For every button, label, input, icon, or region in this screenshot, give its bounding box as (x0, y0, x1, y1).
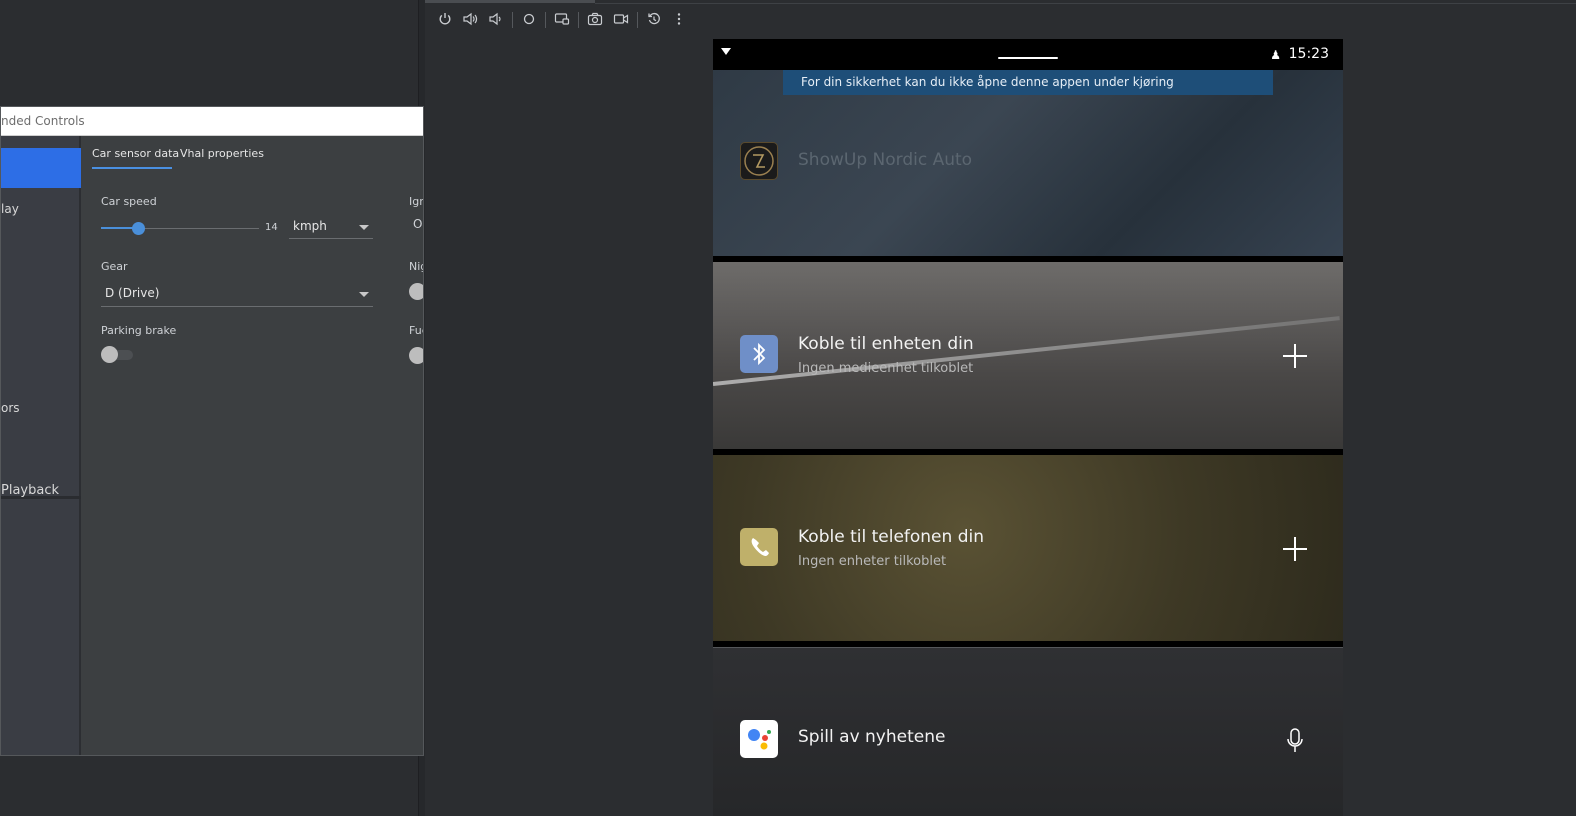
notification-handle[interactable] (998, 57, 1058, 59)
extended-controls-sidebar: lay ors Playback (1, 136, 81, 755)
sidebar-item-playback[interactable]: Playback (1, 483, 59, 498)
card-connect-device[interactable]: Koble til enheten din Ingen medieenhet t… (713, 262, 1343, 449)
emulator-device-screen: ♟ 15:23 For din sikkerhet kan du ikke åp… (713, 39, 1343, 816)
card-connect-phone[interactable]: Koble til telefonen din Ingen enheter ti… (713, 455, 1343, 641)
speed-unit-dropdown[interactable]: kmph (289, 215, 373, 239)
card-title: Spill av nyhetene (798, 727, 946, 747)
speed-unit-value: kmph (293, 219, 327, 233)
video-record-icon[interactable] (612, 12, 630, 30)
add-phone-icon[interactable] (1283, 537, 1307, 561)
safety-banner: For din sikkerhet kan du ikke åpne denne… (783, 70, 1273, 95)
card-play-news[interactable]: Spill av nyhetene (713, 648, 1343, 816)
status-bar: ♟ 15:23 (713, 39, 1343, 70)
sidebar-item-sensors[interactable]: ors (1, 401, 20, 415)
tab-vhal-properties[interactable]: Vhal properties (180, 147, 264, 160)
car-data-panel: Car sensor data Vhal properties Car spee… (83, 136, 423, 755)
card-subtitle: Ingen medieenhet tilkoblet (798, 361, 974, 376)
window-title: nded Controls (1, 114, 85, 128)
parking-brake-label: Parking brake (101, 324, 177, 337)
car-speed-value: 14 (265, 222, 278, 233)
card-subtitle: Ingen enheter tilkoblet (798, 554, 947, 569)
gear-value: D (Drive) (105, 286, 160, 300)
home-icon[interactable] (520, 12, 538, 30)
toolbar-separator (512, 12, 513, 28)
chevron-down-icon (359, 225, 369, 230)
more-options-icon[interactable] (670, 12, 688, 30)
car-speed-label: Car speed (101, 195, 157, 208)
toolbar-separator (545, 12, 546, 28)
toolbar-line (595, 3, 1576, 4)
fuel-toggle[interactable] (409, 347, 423, 364)
showup-logo-icon (740, 142, 778, 180)
extended-controls-titlebar[interactable]: nded Controls (1, 107, 423, 136)
status-time: 15:23 (1288, 46, 1329, 62)
sidebar-item-display[interactable]: lay (1, 202, 19, 216)
microphone-icon[interactable] (1285, 728, 1305, 754)
google-assistant-icon (740, 720, 778, 758)
toolbar-separator (637, 12, 638, 28)
parking-brake-toggle[interactable] (101, 346, 133, 364)
ignition-label: Ign (409, 195, 423, 208)
card-title: Koble til telefonen din (798, 527, 984, 547)
fuel-label: Fue (409, 324, 423, 337)
card-title: Koble til enheten din (798, 334, 974, 354)
ignition-dropdown[interactable]: Or (413, 217, 423, 231)
app-card-showup[interactable]: For din sikkerhet kan du ikke åpne denne… (713, 70, 1343, 256)
gear-label: Gear (101, 260, 128, 273)
camera-icon[interactable] (586, 12, 604, 30)
tab-active-underline (92, 167, 172, 169)
bluetooth-icon (740, 335, 778, 373)
chevron-down-icon (359, 292, 369, 297)
car-speed-slider-thumb[interactable] (132, 222, 145, 235)
gear-dropdown[interactable]: D (Drive) (101, 281, 373, 307)
power-icon[interactable] (436, 12, 454, 30)
volume-down-icon[interactable] (486, 12, 504, 30)
night-mode-label: Nig (409, 260, 423, 273)
toolbar-separator (578, 12, 579, 28)
toggle-knob (101, 346, 118, 363)
toolbar-progress (425, 0, 595, 3)
sidebar-item-active[interactable] (1, 148, 81, 188)
add-device-icon[interactable] (1283, 344, 1307, 368)
card-title: ShowUp Nordic Auto (798, 150, 973, 170)
safety-banner-text: For din sikkerhet kan du ikke åpne denne… (801, 75, 1174, 89)
night-mode-toggle[interactable] (409, 283, 423, 300)
phone-icon (740, 528, 778, 566)
wifi-icon (721, 48, 731, 55)
extended-controls-window: nded Controls lay ors Playback Car senso… (0, 106, 424, 756)
car-mode-icon[interactable] (553, 12, 571, 30)
volume-up-icon[interactable] (461, 12, 479, 30)
tab-car-sensor-data[interactable]: Car sensor data (92, 147, 179, 160)
snapshot-restore-icon[interactable] (645, 12, 663, 30)
person-car-icon: ♟ (1270, 48, 1281, 62)
